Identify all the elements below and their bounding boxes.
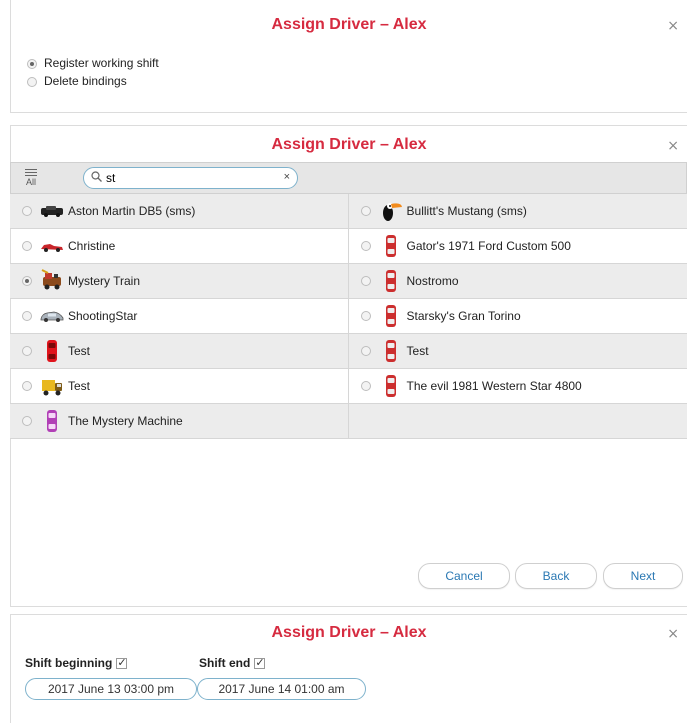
all-label: All [25,177,36,187]
unit-label: Mystery Train [68,274,141,288]
close-icon[interactable]: × [667,138,679,154]
unit-radio[interactable] [22,381,32,391]
unit-label: Nostromo [406,274,459,288]
close-icon[interactable]: × [667,626,679,642]
option-register-shift[interactable]: Register working shift [27,56,159,70]
unit-label: Gator's 1971 Ford Custom 500 [406,239,571,253]
filter-bar: All × [10,162,687,194]
unit-item[interactable]: The Mystery Machine [10,404,349,438]
unit-item[interactable]: Starsky's Gran Torino [349,299,687,333]
unit-radio[interactable] [22,416,32,426]
shift-end-field[interactable]: 2017 June 14 01:00 am [197,678,366,700]
unit-label: Test [406,344,429,358]
option-label: Register working shift [44,56,159,70]
unit-radio[interactable] [22,206,32,216]
unit-radio[interactable] [360,241,371,251]
shift-beginning-checkbox[interactable] [116,656,128,669]
table-row: Aston Martin DB5 (sms) Bullitt's Mustang… [10,194,687,229]
select-all-button[interactable]: All [22,167,40,189]
unit-item[interactable]: Gator's 1971 Ford Custom 500 [349,229,687,263]
unit-radio[interactable] [22,241,32,251]
unit-radio[interactable] [360,346,371,356]
unit-item[interactable]: Bullitt's Mustang (sms) [349,194,687,228]
radio-delete-bindings[interactable] [27,76,37,87]
unit-label: Test [68,379,91,393]
unit-grid: Aston Martin DB5 (sms) Bullitt's Mustang… [10,194,687,439]
red-car-topview-icon [385,235,396,257]
black-car-icon [41,206,63,217]
unit-item[interactable]: Mystery Train [10,264,349,298]
table-row: Test Test [10,334,687,369]
red-car-topview-icon [385,340,396,362]
unit-item[interactable]: The evil 1981 Western Star 4800 [349,369,687,403]
dialog-title: Assign Driver – Alex [271,16,427,33]
unit-label: Christine [68,239,116,253]
unit-label: The Mystery Machine [68,414,183,428]
red-car-topview-icon [385,270,396,292]
search-input[interactable] [106,170,266,186]
unit-label: Bullitt's Mustang (sms) [406,204,527,218]
toucan-icon [382,203,402,221]
dialog-title: Assign Driver – Alex [271,624,427,641]
option-delete-bindings[interactable]: Delete bindings [27,74,127,88]
next-button[interactable]: Next [603,563,683,589]
unit-label: The evil 1981 Western Star 4800 [406,379,582,393]
unit-label: Aston Martin DB5 (sms) [68,204,196,218]
unit-label: Test [68,344,91,358]
radio-register-shift[interactable] [27,58,37,69]
search-box[interactable]: × [83,167,298,189]
dialog-title: Assign Driver – Alex [271,136,427,153]
back-button[interactable]: Back [515,563,597,589]
unit-radio[interactable] [360,206,371,216]
table-row: The Mystery Machine [10,404,687,439]
unit-item[interactable]: Aston Martin DB5 (sms) [10,194,349,228]
train-icon [41,269,61,290]
shift-end-header: Shift end [199,656,266,670]
table-row: Christine Gator's 1971 Ford Custom 500 [10,229,687,264]
unit-label: ShootingStar [68,309,138,323]
red-car-topview-icon [385,305,396,327]
shift-end-checkbox[interactable] [254,656,266,669]
close-icon[interactable]: × [667,18,679,34]
red-car-topview-icon [47,340,57,362]
option-label: Delete bindings [44,74,127,88]
unit-radio[interactable] [22,276,32,286]
search-icon [91,171,102,185]
unit-item[interactable]: Test [10,334,349,368]
unit-radio[interactable] [360,311,371,321]
unit-item[interactable]: Test [10,369,349,403]
table-row: Test The evil 1981 Western Star 4800 [10,369,687,404]
purple-car-topview-icon [47,410,57,432]
unit-radio[interactable] [360,276,371,286]
unit-radio[interactable] [22,311,32,321]
clear-search-icon[interactable]: × [284,171,290,183]
dialog-choose-action: Assign Driver – Alex × Register working … [10,0,687,113]
unit-radio[interactable] [22,346,32,356]
table-row: ShootingStar Starsky's Gran Torino [10,299,687,334]
unit-item[interactable]: Test [349,334,687,368]
unit-item[interactable]: Christine [10,229,349,263]
red-car-icon [41,244,63,252]
shift-beginning-field[interactable]: 2017 June 13 03:00 pm [25,678,197,700]
silver-car-icon [40,311,64,322]
cancel-button[interactable]: Cancel [418,563,510,589]
red-car-topview-icon [385,375,396,397]
table-row: Mystery Train Nostromo [10,264,687,299]
unit-item[interactable]: ShootingStar [10,299,349,333]
list-icon [25,169,37,176]
unit-radio[interactable] [360,381,371,391]
unit-label: Starsky's Gran Torino [406,309,521,323]
yellow-truck-icon [42,380,62,396]
shift-beginning-label: Shift beginning [25,656,113,670]
shift-end-label: Shift end [199,656,251,670]
unit-item[interactable]: Nostromo [349,264,687,298]
empty-cell [349,404,687,438]
shift-beginning-header: Shift beginning [25,656,128,670]
